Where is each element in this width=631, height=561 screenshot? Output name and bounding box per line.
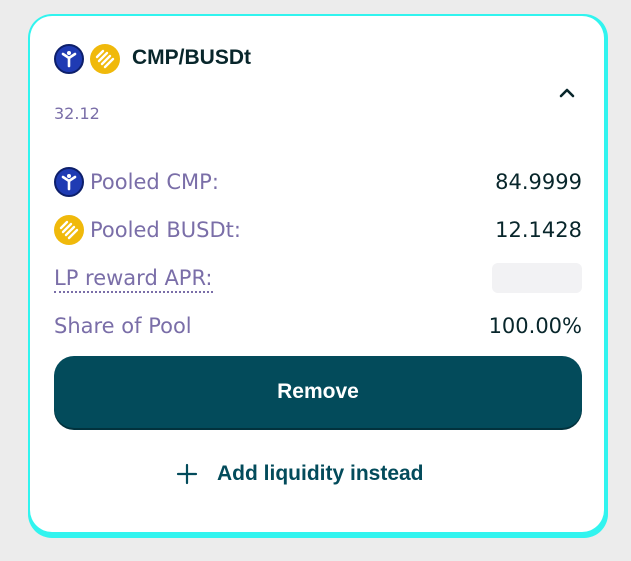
chevron-up-icon[interactable] bbox=[554, 80, 580, 106]
share-of-pool-label: Share of Pool bbox=[54, 314, 192, 338]
busdt-token-icon bbox=[90, 44, 120, 74]
remove-button[interactable]: Remove bbox=[54, 356, 582, 428]
remove-button-label: Remove bbox=[277, 380, 359, 403]
pooled-busdt-value: 12.1428 bbox=[495, 218, 582, 242]
liquidity-position-card: CMP/BUSDt 32.12 Pooled CMP: 84.9999 Pool… bbox=[30, 16, 604, 532]
lp-reward-apr-row: LP reward APR: bbox=[54, 262, 582, 294]
pooled-cmp-row: Pooled CMP: 84.9999 bbox=[54, 166, 582, 198]
pair-icons bbox=[54, 44, 122, 74]
liquidity-card-border: CMP/BUSDt 32.12 Pooled CMP: 84.9999 Pool… bbox=[28, 14, 608, 538]
add-liquidity-label: Add liquidity instead bbox=[217, 462, 424, 485]
share-of-pool-value: 100.00% bbox=[488, 314, 582, 338]
pooled-cmp-label: Pooled CMP: bbox=[90, 170, 219, 194]
lp-reward-apr-label[interactable]: LP reward APR: bbox=[54, 265, 213, 293]
pair-balance: 32.12 bbox=[54, 104, 100, 123]
apr-loading-skeleton bbox=[492, 263, 582, 293]
card-header[interactable]: CMP/BUSDt 32.12 bbox=[54, 44, 582, 123]
plus-icon bbox=[175, 462, 199, 486]
busdt-token-icon bbox=[54, 215, 84, 245]
pooled-busdt-label: Pooled BUSDt: bbox=[90, 218, 241, 242]
pooled-busdt-row: Pooled BUSDt: 12.1428 bbox=[54, 214, 582, 246]
cmp-token-icon bbox=[54, 167, 84, 197]
pooled-cmp-value: 84.9999 bbox=[495, 170, 582, 194]
share-of-pool-row: Share of Pool 100.00% bbox=[54, 310, 582, 342]
pair-title: CMP/BUSDt bbox=[132, 46, 251, 69]
cmp-token-icon bbox=[54, 44, 84, 74]
